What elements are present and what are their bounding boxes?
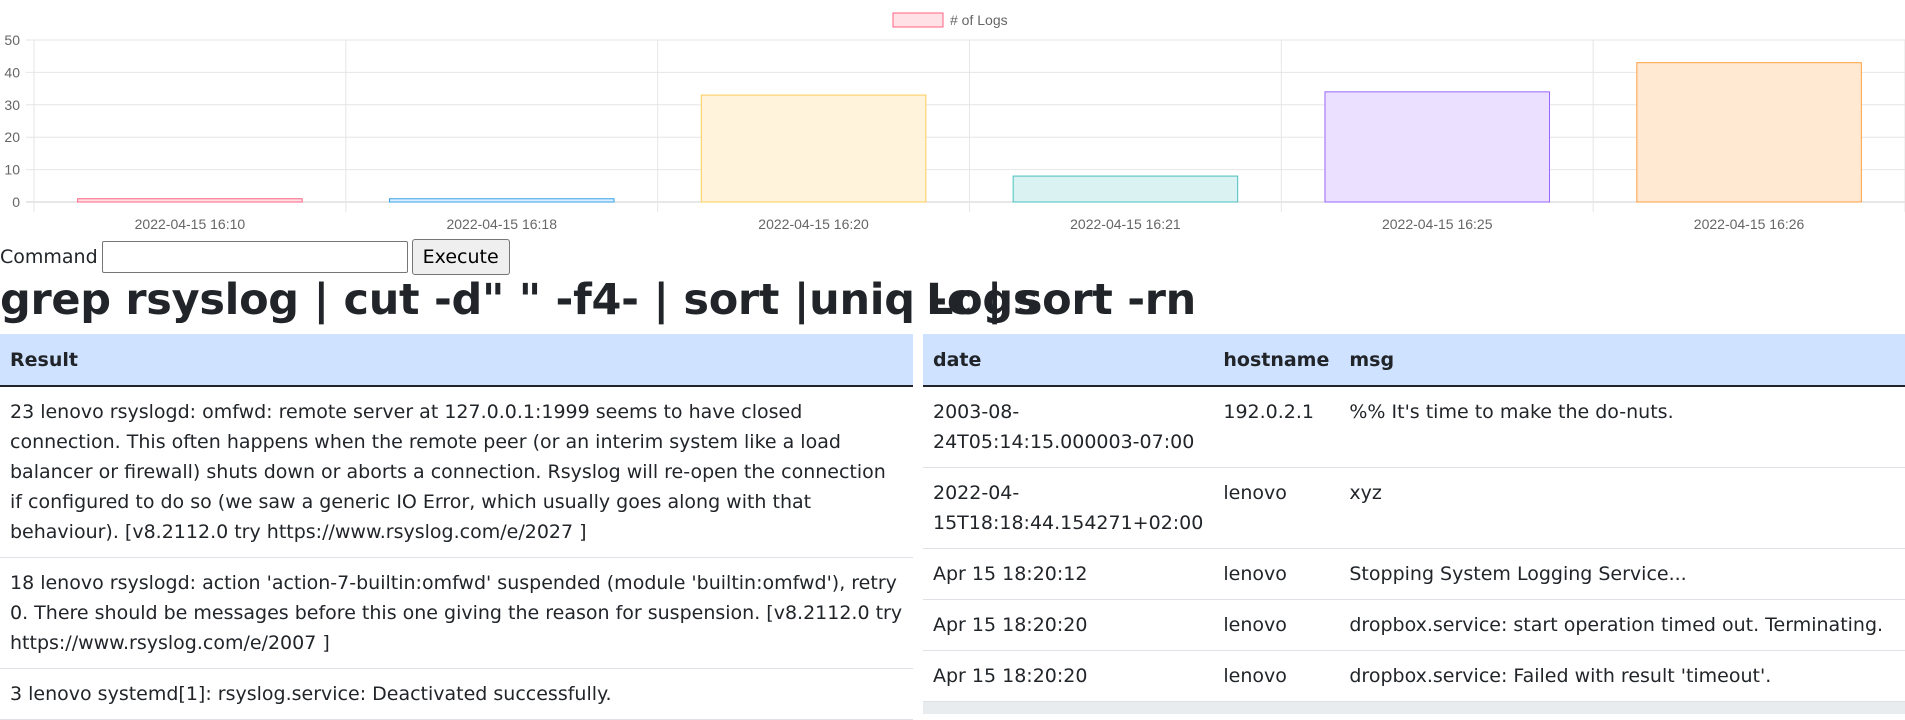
msg-cell: %% It's time to make the do-nuts. — [1339, 386, 1905, 468]
date-cell: Apr 15 18:20:20 — [923, 650, 1214, 702]
date-cell: Apr 15 18:20:20 — [923, 599, 1214, 651]
date-cell: Apr 15 18:20:12 — [923, 548, 1214, 600]
result-header-row: Result — [0, 334, 913, 387]
result-cell: 18 lenovo rsyslogd: action 'action-7-bui… — [0, 557, 913, 669]
x-tick-label: 2022-04-15 16:20 — [758, 216, 869, 232]
msg-cell: Stopping System Logging Service... — [1339, 548, 1905, 600]
msg-column-header: msg — [1339, 334, 1905, 387]
msg-cell: dropbox.service: start operation timed o… — [1339, 599, 1905, 651]
legend-label: # of Logs — [950, 12, 1008, 28]
hostname-cell: lenovo — [1213, 599, 1340, 651]
bar — [388, 198, 615, 203]
msg-cell: dropbox.service: Failed with result 'tim… — [1339, 650, 1905, 702]
hostname-cell: lenovo — [1213, 548, 1340, 600]
result-column-header: Result — [0, 334, 913, 387]
x-tick-label: 2022-04-15 16:25 — [1382, 216, 1493, 232]
y-tick-label: 10 — [4, 162, 20, 178]
chart-svg: 0 10 20 30 40 50 2022-04-15 16:10 2022-04-15 16… — [4, 12, 1905, 232]
result-table: Result 23 lenovo rsyslogd: omfwd: remote… — [0, 334, 913, 720]
bar — [1324, 91, 1551, 203]
legend-swatch — [892, 12, 944, 28]
logs-bar-chart: 0 10 20 30 40 50 2022-04-15 16:10 2022-04-15 16… — [0, 0, 1905, 236]
table-row: 2003-08-24T05:14:15.000003-07:00 192.0.2… — [923, 386, 1905, 468]
table-row: Apr 15 18:20:20 lenovo dropbox.service: … — [923, 650, 1905, 702]
table-row: Apr 15 18:20:12 lenovo Stopping System L… — [923, 548, 1905, 600]
logs-table: date hostname msg 2003-08-24T05:14:15.00… — [923, 334, 1905, 702]
x-tick-label: 2022-04-15 16:21 — [1070, 216, 1181, 232]
y-tick-label: 20 — [4, 129, 20, 145]
bar — [77, 198, 303, 203]
command-form: Command Execute — [0, 238, 510, 276]
y-tick-label: 50 — [4, 32, 20, 48]
table-row: Apr 15 18:20:20 lenovo dropbox.service: … — [923, 599, 1905, 651]
result-cell: 3 lenovo systemd[1]: rsyslog.service: De… — [0, 668, 913, 720]
y-tick-label: 40 — [4, 64, 20, 80]
hostname-cell: 192.0.2.1 — [1213, 386, 1340, 468]
logs-header-row: date hostname msg — [923, 334, 1905, 387]
table-row: 18 lenovo rsyslogd: action 'action-7-bui… — [0, 557, 913, 669]
date-cell: 2003-08-24T05:14:15.000003-07:00 — [923, 386, 1214, 468]
result-cell: 23 lenovo rsyslogd: omfwd: remote server… — [0, 386, 913, 558]
command-input[interactable] — [101, 241, 408, 273]
hostname-column-header: hostname — [1213, 334, 1340, 387]
y-tick-label: 0 — [12, 194, 20, 210]
bar — [1012, 175, 1239, 203]
bar — [700, 94, 927, 203]
table-row: 2022-04-15T18:18:44.154271+02:00 lenovo … — [923, 467, 1905, 549]
execute-button[interactable]: Execute — [411, 239, 510, 275]
date-cell: 2022-04-15T18:18:44.154271+02:00 — [923, 467, 1214, 549]
hostname-cell: lenovo — [1213, 467, 1340, 549]
table-row: 23 lenovo rsyslogd: omfwd: remote server… — [0, 386, 913, 558]
logs-heading: Logs — [926, 275, 1039, 325]
msg-cell: xyz — [1339, 467, 1905, 549]
hostname-cell: lenovo — [1213, 650, 1340, 702]
date-column-header: date — [923, 334, 1214, 387]
x-tick-label: 2022-04-15 16:10 — [135, 216, 246, 232]
bar — [1636, 62, 1862, 203]
y-tick-label: 30 — [4, 97, 20, 113]
x-tick-label: 2022-04-15 16:18 — [446, 216, 557, 232]
command-label: Command — [0, 246, 98, 268]
logs-table-footer-strip — [923, 702, 1905, 714]
x-tick-label: 2022-04-15 16:26 — [1694, 216, 1805, 232]
table-row: 3 lenovo systemd[1]: rsyslog.service: De… — [0, 668, 913, 720]
